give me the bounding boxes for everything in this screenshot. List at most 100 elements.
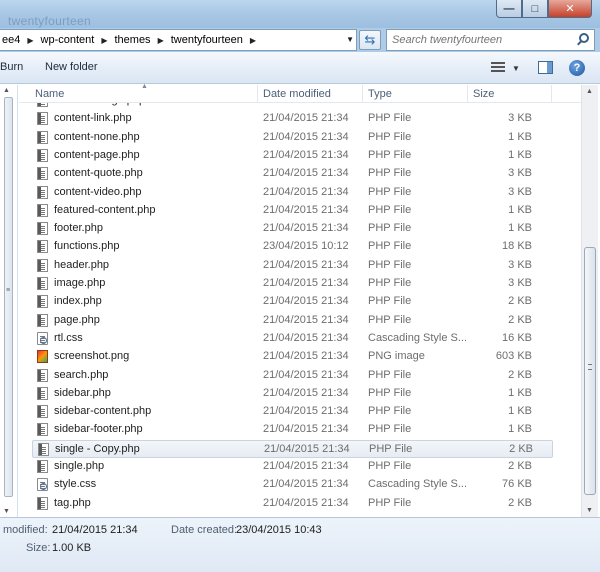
file-size: 18 KB xyxy=(502,240,532,253)
file-row[interactable]: content-page.php 21/04/2015 21:34 PHP File… xyxy=(32,147,553,165)
file-row[interactable]: search.php 21/04/2015 21:34 PHP File 2 KB xyxy=(32,367,553,385)
file-name: content-link.php xyxy=(54,112,132,125)
file-date-modified: 21/04/2015 21:34 xyxy=(264,442,350,455)
file-size: 603 KB xyxy=(495,350,532,363)
scroll-up-icon[interactable]: ▲ xyxy=(586,88,593,95)
file-row[interactable]: content-none.php 21/04/2015 21:34 PHP File… xyxy=(32,129,553,147)
window-controls: — □ ✕ xyxy=(496,0,592,18)
breadcrumb-wp-content[interactable]: wp-content xyxy=(39,34,97,46)
file-row[interactable]: tag.php 21/04/2015 21:34 PHP File 2 KB xyxy=(32,495,553,513)
file-row[interactable]: functions.php 23/04/2015 10:12 PHP File 18 … xyxy=(32,238,553,256)
breadcrumb-chevron-icon[interactable]: ▶ xyxy=(245,36,261,45)
modified-label: modified: xyxy=(3,524,48,536)
address-dropdown-icon[interactable]: ▼ xyxy=(346,35,354,44)
file-row[interactable]: header.php 21/04/2015 21:34 PHP File 3 KB xyxy=(32,257,553,275)
file-size: 76 KB xyxy=(502,478,532,491)
file-size: 3 KB xyxy=(508,167,532,180)
close-icon: ✕ xyxy=(565,3,575,15)
view-options-icon[interactable] xyxy=(491,62,505,73)
file-row[interactable]: screenshot.png 21/04/2015 21:34 PNG image 6… xyxy=(32,348,553,366)
navigation-pane-scrollbar[interactable]: ▲ ≡ ▼ xyxy=(0,85,18,517)
file-date-modified: 21/04/2015 21:34 xyxy=(263,295,349,308)
file-row[interactable]: content-quote.php 21/04/2015 21:34 PHP Fil… xyxy=(32,165,553,183)
file-type: PHP File xyxy=(368,167,412,180)
file-name: screenshot.png xyxy=(54,350,130,363)
column-header-name[interactable]: Name xyxy=(35,88,64,100)
breadcrumb-chevron-icon[interactable]: ▶ xyxy=(153,36,169,45)
file-row[interactable]: image.php 21/04/2015 21:34 PHP File 3 KB xyxy=(32,275,553,293)
file-list: content-image.php21/04/2015 21:34PHP Fil… xyxy=(19,94,581,517)
column-divider[interactable] xyxy=(467,85,468,103)
file-size: 2 KB xyxy=(508,313,532,326)
file-size: 1 KB xyxy=(508,148,532,161)
file-name: sidebar.php xyxy=(54,386,111,399)
preview-pane-icon[interactable] xyxy=(538,61,553,74)
file-date-modified: 21/04/2015 21:34 xyxy=(263,405,349,418)
file-name: page.php xyxy=(54,313,100,326)
file-row[interactable]: sidebar.php 21/04/2015 21:34 PHP File 1 KB xyxy=(32,385,553,403)
file-size: 1 KB xyxy=(508,405,532,418)
navigation-scroll-thumb[interactable] xyxy=(4,97,13,497)
scroll-down-icon[interactable]: ▼ xyxy=(3,508,10,515)
breadcrumb-ee4[interactable]: ee4 xyxy=(0,34,22,46)
file-row[interactable]: footer.php 21/04/2015 21:34 PHP File 1 KB xyxy=(32,220,553,238)
view-dropdown-icon[interactable]: ▼ xyxy=(512,64,520,73)
file-list-scrollbar[interactable]: ▲ ▼ xyxy=(581,85,598,517)
file-row[interactable]: content-link.php 21/04/2015 21:34 PHP File… xyxy=(32,110,553,128)
file-row[interactable]: style.css 21/04/2015 21:34 Cascading Style… xyxy=(32,476,553,494)
scroll-up-icon[interactable]: ▲ xyxy=(3,87,10,94)
file-size: 2 KB xyxy=(508,496,532,509)
column-divider[interactable] xyxy=(257,85,258,103)
file-row[interactable]: featured-content.php 21/04/2015 21:34 PHP … xyxy=(32,202,553,220)
column-divider[interactable] xyxy=(362,85,363,103)
file-date-modified: 21/04/2015 21:34 xyxy=(263,478,349,491)
file-row[interactable]: index.php 21/04/2015 21:34 PHP File 2 KB xyxy=(32,293,553,311)
file-row[interactable]: sidebar-footer.php 21/04/2015 21:34 PHP Fi… xyxy=(32,421,553,439)
file-row[interactable]: single.php 21/04/2015 21:34 PHP File 2 KB xyxy=(32,458,553,476)
file-size: 2 KB xyxy=(509,442,533,455)
file-type: PHP File xyxy=(368,148,412,161)
column-header-type[interactable]: Type xyxy=(368,88,392,100)
breadcrumb-themes[interactable]: themes xyxy=(112,34,152,46)
scroll-down-icon[interactable]: ▼ xyxy=(586,507,593,514)
file-size: 1 KB xyxy=(508,423,532,436)
file-row[interactable]: page.php 21/04/2015 21:34 PHP File 2 KB xyxy=(32,312,553,330)
address-bar[interactable]: ee4 ▶ wp-content ▶ themes ▶ twentyfourte… xyxy=(0,29,357,51)
file-row[interactable]: sidebar-content.php 21/04/2015 21:34 PHP F… xyxy=(32,403,553,421)
maximize-button[interactable]: □ xyxy=(522,0,548,18)
file-list-scroll-thumb[interactable] xyxy=(584,247,596,495)
file-date-modified: 21/04/2015 21:34 xyxy=(263,460,349,472)
burn-button[interactable]: Burn xyxy=(0,61,23,73)
file-name: sidebar-content.php xyxy=(54,405,152,418)
file-name: content-page.php xyxy=(54,148,140,161)
php-file-icon xyxy=(37,313,48,327)
php-file-icon xyxy=(37,295,48,309)
file-row[interactable]: content-video.php 21/04/2015 21:34 PHP Fil… xyxy=(32,184,553,202)
column-header-date[interactable]: Date modified xyxy=(263,88,331,100)
php-file-icon xyxy=(37,185,48,199)
file-type: PHP File xyxy=(368,203,412,216)
new-folder-button[interactable]: New folder xyxy=(45,61,98,73)
php-file-icon xyxy=(37,460,48,473)
breadcrumb-twentyfourteen[interactable]: twentyfourteen xyxy=(169,34,245,46)
command-bar: Burn New folder ▼ ? xyxy=(0,52,600,84)
close-button[interactable]: ✕ xyxy=(548,0,592,18)
breadcrumb-chevron-icon[interactable]: ▶ xyxy=(96,36,112,45)
file-row[interactable]: single - Copy.php 21/04/2015 21:34 PHP Fil… xyxy=(32,439,553,458)
search-input[interactable] xyxy=(387,30,567,50)
file-name: content-video.php xyxy=(54,185,142,198)
help-icon[interactable]: ? xyxy=(569,60,585,76)
file-size: 3 KB xyxy=(508,112,532,125)
breadcrumb-chevron-icon[interactable]: ▶ xyxy=(22,36,38,45)
file-size: 1 KB xyxy=(508,386,532,399)
column-divider[interactable] xyxy=(551,85,552,103)
file-type: PHP File xyxy=(368,423,412,436)
refresh-button[interactable]: ⇆ xyxy=(359,30,381,50)
search-icon[interactable] xyxy=(579,33,589,43)
column-header-size[interactable]: Size xyxy=(473,88,494,100)
file-row[interactable]: rtl.css 21/04/2015 21:34 Cascading Style S… xyxy=(32,330,553,348)
css-file-icon xyxy=(37,331,48,345)
file-size: 16 KB xyxy=(502,331,532,344)
minimize-button[interactable]: — xyxy=(496,0,522,18)
file-type: PHP File xyxy=(368,277,412,289)
